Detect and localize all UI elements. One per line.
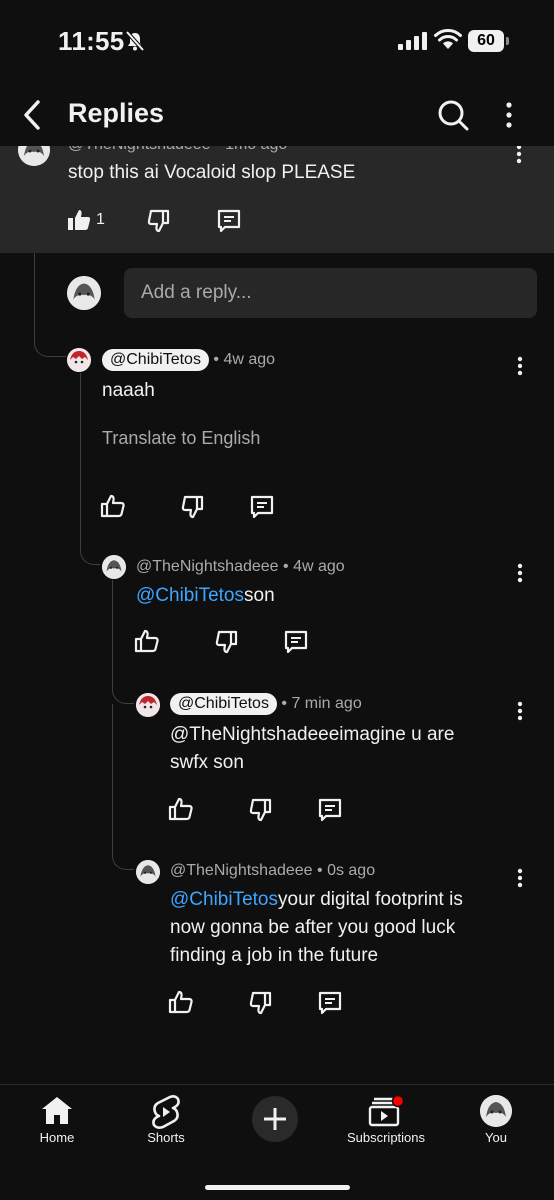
mention-link[interactable]: @ChibiTetos: [136, 585, 244, 606]
wifi-icon: [434, 29, 462, 49]
more-vert-icon[interactable]: [504, 100, 514, 130]
like-filled-icon[interactable]: [66, 207, 92, 233]
nav-label: Shorts: [147, 1130, 185, 1145]
comment-age: 4w ago: [293, 558, 345, 575]
reply-icon[interactable]: [317, 797, 343, 823]
comment-line: finding a job in the future: [170, 945, 379, 966]
like-count: 1: [96, 211, 105, 228]
more-vert-icon[interactable]: [516, 144, 522, 164]
dislike-icon[interactable]: [146, 208, 172, 234]
comment-text: @TheNightshadeeeimagine u are swfx son: [170, 721, 454, 777]
shorts-icon: [152, 1095, 180, 1129]
subscriptions-icon: [368, 1095, 404, 1127]
avatar[interactable]: [136, 693, 160, 717]
status-time: 11:55: [58, 26, 125, 56]
comment-age: 7 min ago: [291, 695, 362, 712]
nav-label: Home: [39, 1130, 75, 1145]
thread-connector: [34, 253, 66, 357]
dislike-icon[interactable]: [214, 629, 240, 655]
avatar[interactable]: [67, 348, 91, 372]
nav-label: You: [485, 1130, 507, 1145]
comment-text: naaah: [102, 380, 155, 401]
bottom-nav: Home Shorts Subscriptions You: [0, 1084, 554, 1200]
comment-meta: @ChibiTetos • 7 min ago: [170, 693, 362, 715]
comment-meta: @ChibiTetos • 4w ago: [102, 349, 275, 371]
comment-line: swfx son: [170, 752, 244, 773]
dislike-icon[interactable]: [180, 494, 206, 520]
dislike-icon[interactable]: [248, 797, 274, 823]
back-arrow-icon[interactable]: [20, 98, 46, 132]
comment-text: @ChibiTetosson: [136, 582, 275, 610]
thread-connector: [112, 580, 134, 704]
page-title: Replies: [68, 98, 165, 128]
comment-age: 4w ago: [223, 351, 276, 368]
home-icon: [42, 1097, 72, 1124]
signal-icon: [398, 32, 427, 50]
plus-icon: [264, 1108, 286, 1130]
reply-icon[interactable]: [216, 208, 242, 234]
reply-input-box[interactable]: [124, 268, 537, 318]
nav-you[interactable]: You: [441, 1085, 551, 1165]
comment-author[interactable]: @TheNightshadeee: [136, 558, 279, 575]
more-vert-icon[interactable]: [517, 356, 523, 376]
comment-age: 0s ago: [327, 862, 376, 879]
battery-nub: [506, 37, 509, 45]
thread-connector: [112, 704, 134, 870]
nav-label: Subscriptions: [346, 1130, 426, 1145]
more-vert-icon[interactable]: [517, 868, 523, 888]
reply-icon[interactable]: [249, 494, 275, 520]
reply-icon[interactable]: [317, 990, 343, 1016]
nav-shorts[interactable]: Shorts: [111, 1085, 221, 1165]
nav-home[interactable]: Home: [2, 1085, 112, 1165]
comment-meta: @TheNightshadeee • 0s ago: [170, 862, 376, 879]
mention-link[interactable]: @ChibiTetos: [170, 889, 278, 910]
translate-link[interactable]: Translate to English: [102, 428, 260, 449]
bell-muted-icon: [125, 30, 145, 52]
like-icon[interactable]: [168, 989, 194, 1015]
nav-subscriptions[interactable]: Subscriptions: [331, 1085, 441, 1165]
more-vert-icon[interactable]: [517, 701, 523, 721]
comment-body: son: [244, 585, 275, 606]
status-bar: 11:55 60: [0, 0, 554, 84]
comment-line: your digital footprint is: [278, 889, 463, 910]
comment-author-chip[interactable]: @ChibiTetos: [102, 349, 209, 371]
like-icon[interactable]: [168, 796, 194, 822]
app-header: Replies: [0, 84, 554, 146]
comment-meta: @TheNightshadeee • 4w ago: [136, 558, 345, 575]
comment-line: @TheNightshadeeeimagine u are: [170, 724, 455, 745]
my-avatar: [67, 276, 101, 310]
reply-input[interactable]: [124, 268, 537, 318]
like-icon[interactable]: [100, 493, 126, 519]
comment-text: @ChibiTetosyour digital footprint is now…: [170, 886, 463, 970]
comment-author[interactable]: @TheNightshadeee: [170, 862, 313, 879]
like-icon[interactable]: [134, 628, 160, 654]
comment-line: now gonna be after you good luck: [170, 917, 456, 938]
avatar: [480, 1095, 512, 1127]
comment-author-chip[interactable]: @ChibiTetos: [170, 693, 277, 715]
avatar[interactable]: [102, 555, 126, 579]
reply-icon[interactable]: [283, 629, 309, 655]
battery-indicator: 60: [468, 30, 504, 52]
dislike-icon[interactable]: [248, 990, 274, 1016]
home-indicator: [205, 1185, 350, 1190]
thread-connector: [80, 373, 100, 565]
create-button[interactable]: [252, 1096, 298, 1142]
search-icon[interactable]: [436, 98, 470, 132]
more-vert-icon[interactable]: [517, 563, 523, 583]
comment-text: stop this ai Vocaloid slop PLEASE: [68, 162, 356, 183]
avatar[interactable]: [136, 860, 160, 884]
